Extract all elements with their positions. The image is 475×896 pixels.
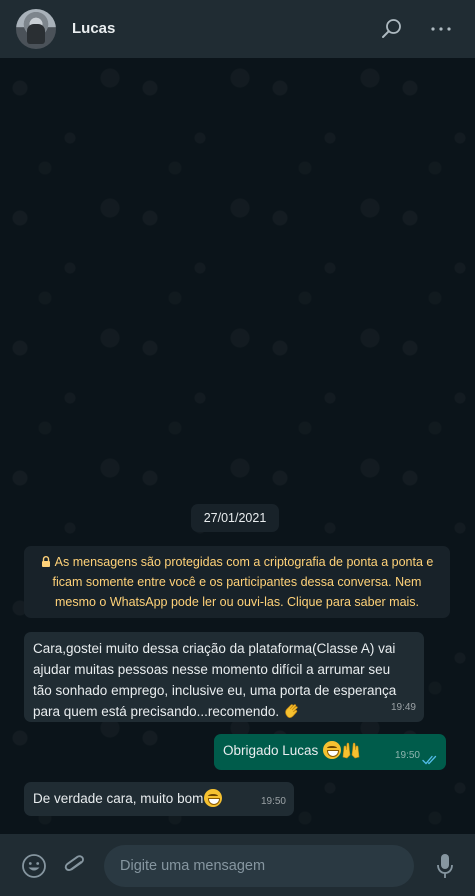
contact-name[interactable]: Lucas <box>72 20 115 37</box>
message-time: 19:50 <box>394 750 420 761</box>
encryption-notice[interactable]: As mensagens são protegidas com a cripto… <box>24 546 450 618</box>
message-text: Cara,gostei muito dessa criação da plata… <box>33 641 397 719</box>
message-bubble-outgoing[interactable]: Obrigado Lucas 19:50 <box>214 734 446 770</box>
chat-header: Lucas <box>0 0 475 58</box>
composer-bar <box>0 834 475 896</box>
message-time: 19:50 <box>260 796 286 807</box>
message-bubble-incoming[interactable]: Cara,gostei muito dessa criação da plata… <box>24 632 424 722</box>
date-chip: 27/01/2021 <box>191 504 279 532</box>
message-text: Obrigado Lucas <box>223 743 319 758</box>
raising-hands-emoji <box>342 742 360 759</box>
grinning-face-emoji <box>323 741 342 759</box>
message-text: De verdade cara, muito bom <box>33 791 204 806</box>
menu-icon[interactable] <box>429 17 453 41</box>
message-input[interactable] <box>104 845 414 887</box>
clapping-hands-emoji <box>285 704 298 719</box>
encryption-notice-text: As mensagens são protegidas com a cripto… <box>52 555 434 609</box>
grinning-face-emoji <box>204 789 223 807</box>
microphone-icon[interactable] <box>436 852 454 880</box>
paperclip-icon[interactable] <box>63 853 87 879</box>
message-bubble-incoming[interactable]: De verdade cara, muito bom 19:50 <box>24 782 294 816</box>
search-icon[interactable] <box>380 17 404 41</box>
read-receipt-icon <box>422 755 437 765</box>
message-time: 19:49 <box>390 702 416 713</box>
lock-icon <box>41 556 50 567</box>
emoji-icon[interactable] <box>21 853 47 879</box>
contact-avatar[interactable] <box>16 9 56 49</box>
